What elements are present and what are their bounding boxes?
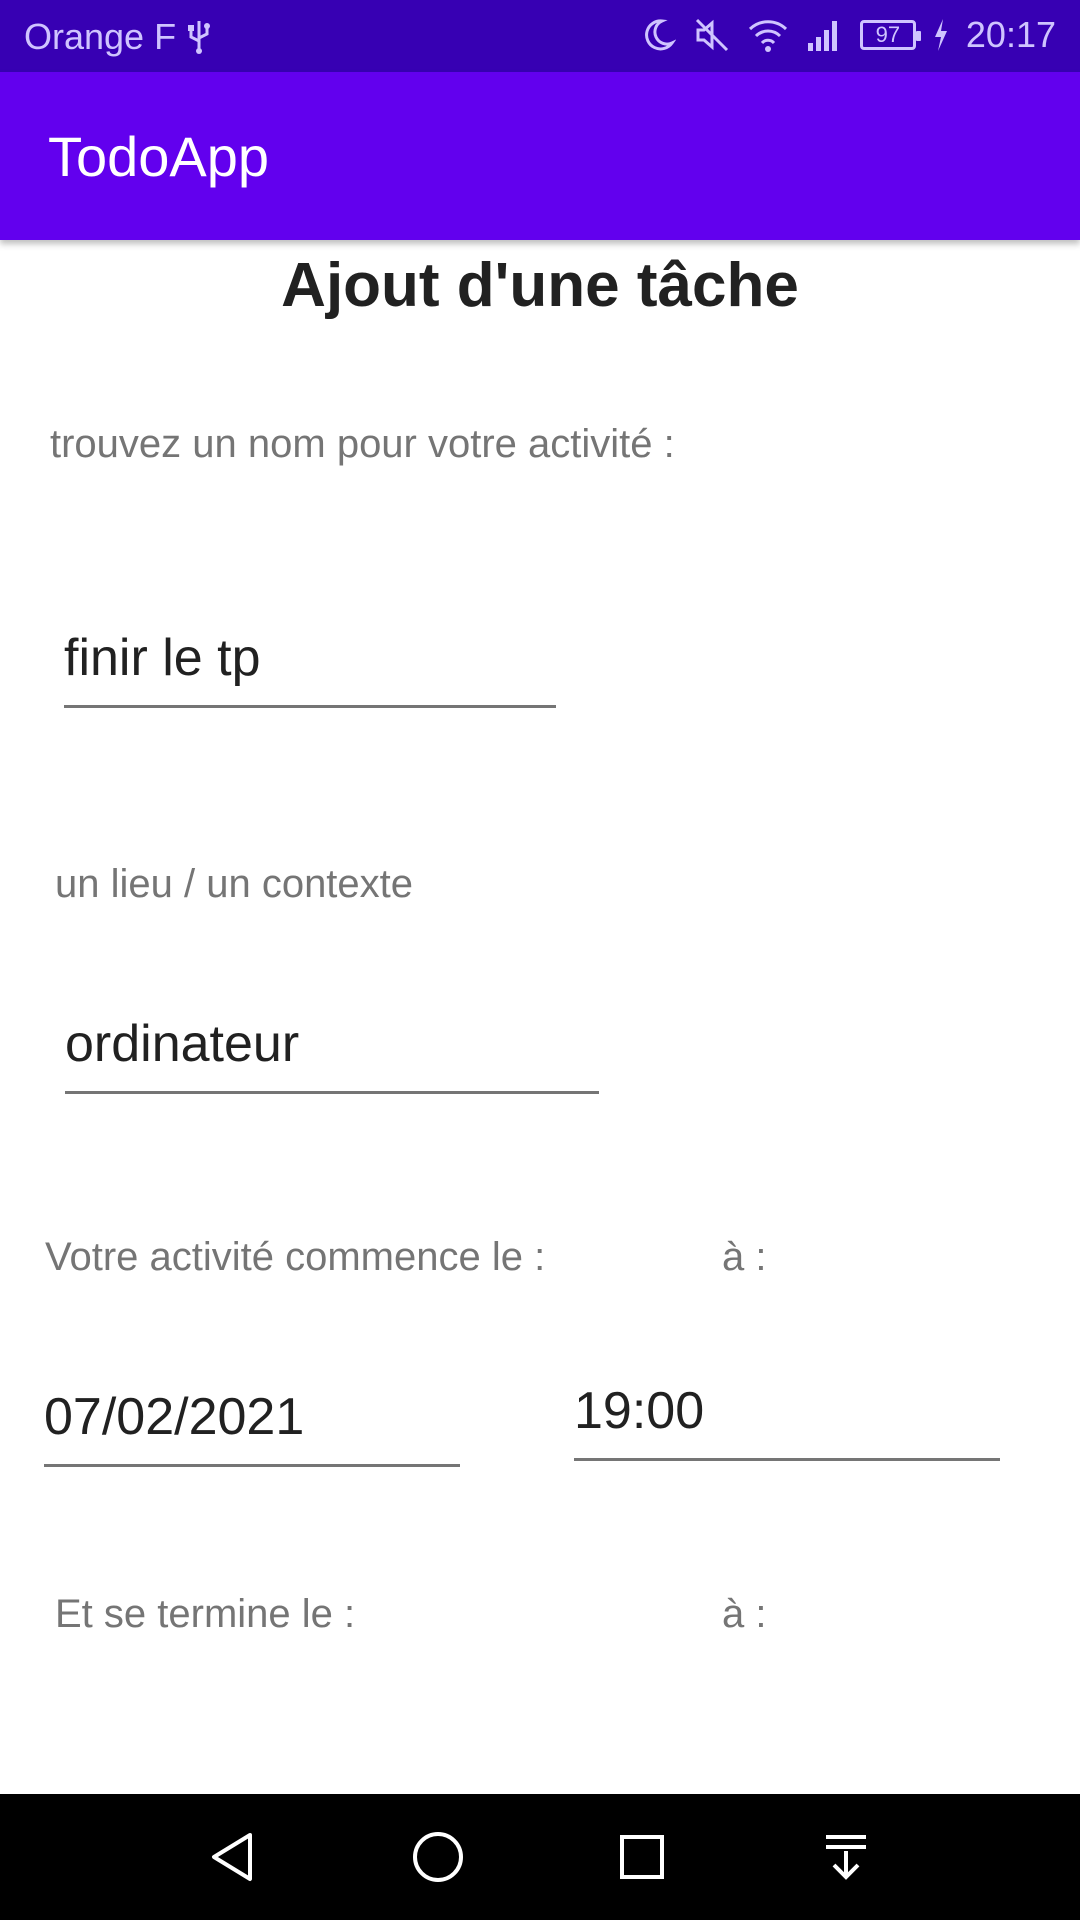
wifi-icon xyxy=(748,17,788,53)
app-bar: TodoApp xyxy=(0,72,1080,240)
start-date-label: Votre activité commence le : xyxy=(45,1235,546,1279)
charging-icon xyxy=(934,19,948,51)
back-icon[interactable] xyxy=(204,1827,264,1887)
signal-icon xyxy=(806,17,842,53)
end-time-label: à : xyxy=(722,1592,767,1636)
page-title: Ajout d'une tâche xyxy=(281,251,799,320)
status-carrier-group: Orange F xyxy=(24,16,212,58)
app-title: TodoApp xyxy=(48,125,270,188)
status-bar: Orange F 97 20:17 xyxy=(0,0,1080,72)
recents-icon[interactable] xyxy=(612,1827,672,1887)
activity-name-label: trouvez un nom pour votre activité : xyxy=(50,422,675,466)
place-label: un lieu / un contexte xyxy=(55,862,414,906)
start-time-input[interactable]: 19:00 xyxy=(574,1381,1000,1461)
status-icons-group: 97 20:17 xyxy=(640,14,1056,56)
end-date-label: Et se termine le : xyxy=(55,1592,356,1636)
notification-pull-icon[interactable] xyxy=(816,1827,876,1887)
battery-indicator: 97 xyxy=(859,20,921,50)
navigation-bar xyxy=(0,1794,1080,1920)
usb-icon xyxy=(186,19,212,55)
carrier-name: Orange F xyxy=(24,16,177,57)
moon-icon xyxy=(640,17,676,53)
mute-icon xyxy=(694,17,730,53)
place-input[interactable]: ordinateur xyxy=(65,1014,599,1094)
start-time-label: à : xyxy=(722,1235,767,1279)
start-date-input[interactable]: 07/02/2021 xyxy=(44,1387,460,1467)
status-time: 20:17 xyxy=(965,14,1056,55)
activity-name-input[interactable]: finir le tp xyxy=(64,628,556,708)
home-icon[interactable] xyxy=(408,1827,468,1887)
